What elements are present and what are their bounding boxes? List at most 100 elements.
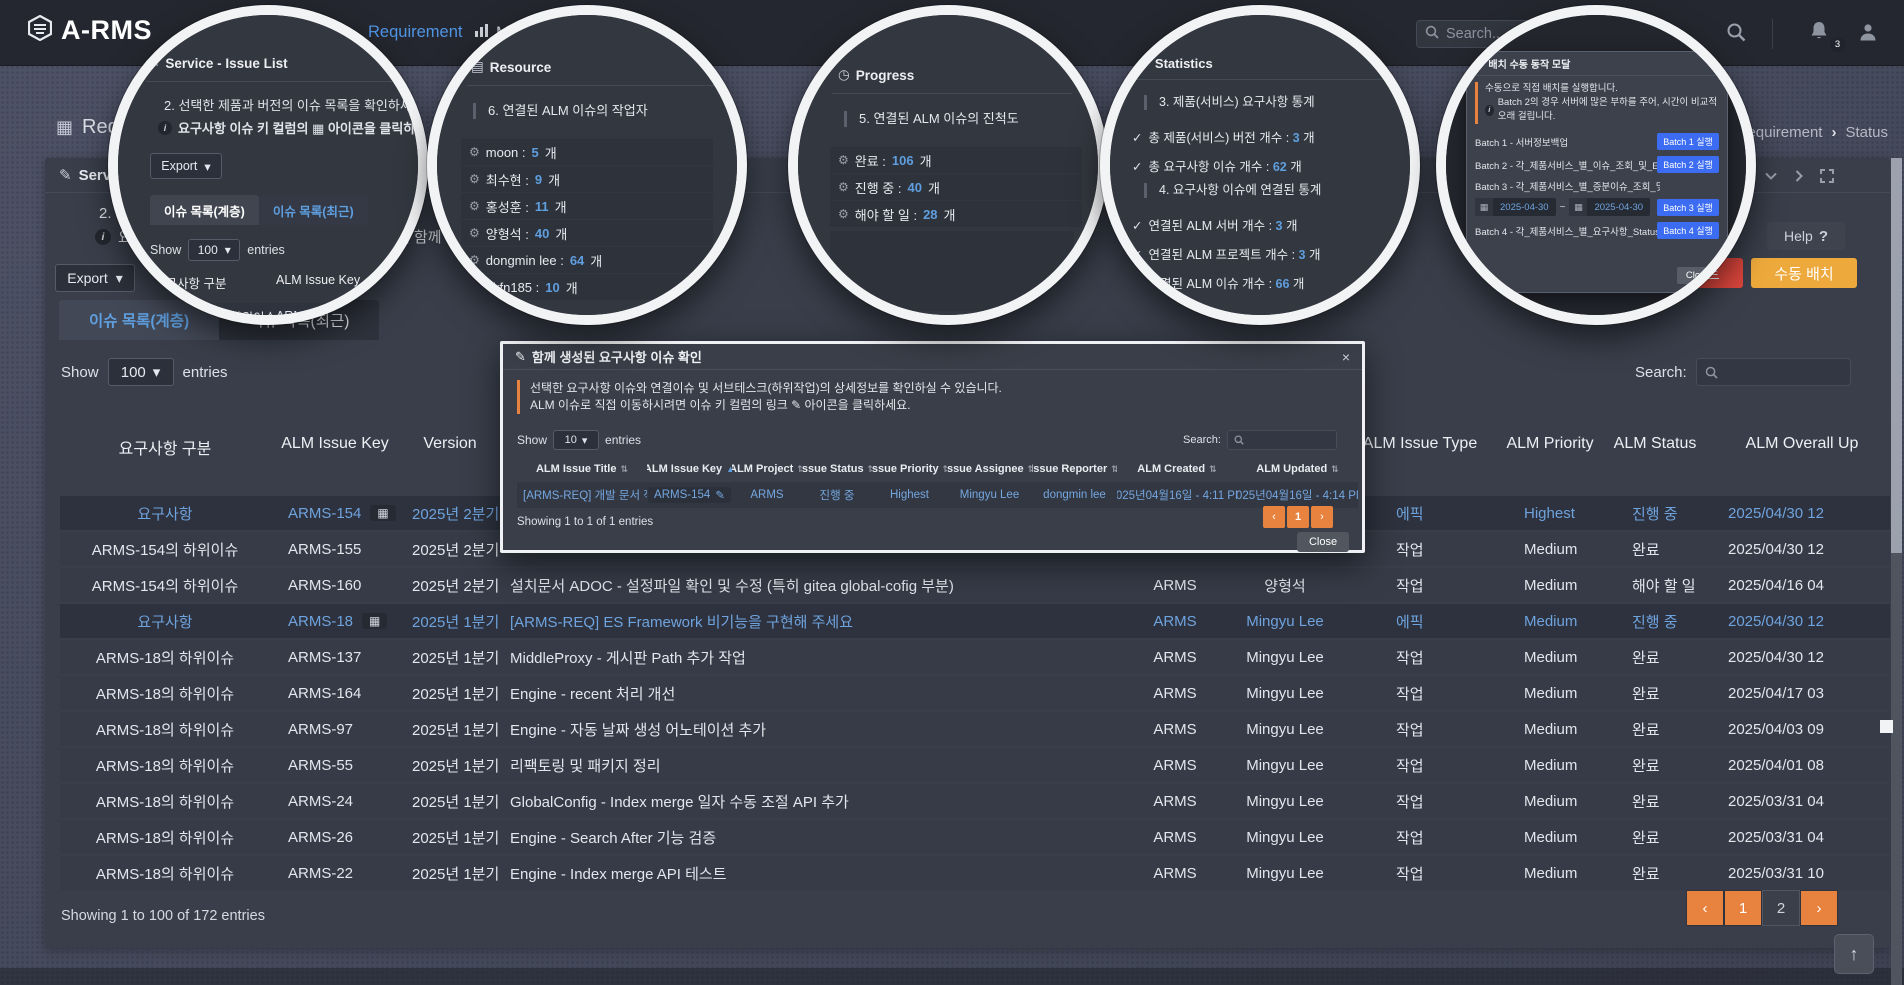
window-scrollbar-thumb[interactable] — [1891, 158, 1902, 553]
table-row[interactable]: ARMS-18의 하위이슈ARMS-552025년 1분기리팩토링 및 패키지 … — [60, 748, 1890, 782]
modal-column-header[interactable]: Issue Priority⇅ — [872, 458, 947, 480]
batch-run-button[interactable]: Batch 4 실행 — [1657, 222, 1719, 239]
cell: 완료 — [1610, 712, 1700, 746]
lens3-empty-area — [830, 231, 1074, 311]
stat-count: 3 — [1293, 131, 1300, 145]
table-row[interactable]: ARMS-18의 하위이슈ARMS-1372025년 1분기MiddleProx… — [60, 640, 1890, 674]
issue-key-link[interactable]: ARMS-55 — [288, 757, 353, 774]
modal-alert: 선택한 요구사항 이슈와 연결이슈 및 서브테스크(하위작업)의 상세정보를 확… — [517, 380, 1002, 414]
notifications-bell-icon[interactable] — [1808, 20, 1830, 47]
lens1-table-row[interactable]: ARMS-154의 하위이슈 ARMS-155 2025년 2분기 — [154, 303, 418, 315]
batch-run-button[interactable]: Batch 2 실행 — [1657, 156, 1719, 173]
lens1-tab-hierarchy[interactable]: 이슈 목록(계층) — [150, 195, 259, 225]
link-icon[interactable]: ✎ — [715, 488, 725, 502]
column-header[interactable]: 요구사항 구분 — [60, 419, 270, 477]
linked-issues-icon[interactable]: ▦ — [362, 613, 387, 629]
table-row[interactable]: ARMS-18의 하위이슈ARMS-1642025년 1분기Engine - r… — [60, 676, 1890, 710]
modal-pagination-prev[interactable]: ‹ — [1263, 506, 1285, 528]
item-name: 최수현 : — [486, 170, 529, 189]
stat-label: 연결된 ALM 서버 개수 : — [1148, 219, 1275, 233]
batch-modal-close-button[interactable]: Close — [1677, 267, 1719, 284]
table-row[interactable]: ARMS-18의 하위이슈ARMS-242025년 1분기GlobalConfi… — [60, 784, 1890, 818]
table-search-input[interactable] — [1696, 358, 1851, 386]
issue-key-link[interactable]: ARMS-154 — [288, 505, 361, 522]
column-header[interactable]: ALM Overall Up — [1700, 419, 1890, 477]
pagination-prev-button[interactable]: ‹ — [1686, 890, 1724, 926]
batch-modal-close-icon[interactable]: × — [1713, 58, 1719, 69]
help-button[interactable]: Help ? — [1767, 222, 1845, 250]
item-name: 해야 할 일 : — [855, 205, 917, 224]
column-header[interactable]: Version — [400, 419, 500, 477]
app-logo[interactable]: A-RMS — [28, 15, 152, 46]
item-count: 9 — [535, 172, 542, 187]
table-row[interactable]: ARMS-18의 하위이슈ARMS-262025년 1분기Engine - Se… — [60, 820, 1890, 854]
modal-issue-key-chip[interactable]: ARMS-154✎ — [648, 487, 731, 503]
sort-icon[interactable]: ⇅ — [1209, 464, 1217, 475]
pagination-page-2[interactable]: 2 — [1762, 890, 1800, 926]
column-header[interactable]: ALM Status — [1610, 419, 1700, 477]
table-row[interactable]: ARMS-18의 하위이슈ARMS-972025년 1분기Engine - 자동… — [60, 712, 1890, 746]
page-size-select[interactable]: 100 ▾ — [108, 358, 174, 386]
modal-close-button[interactable]: Close — [1297, 532, 1349, 552]
export-button[interactable]: Export ▾ — [55, 264, 135, 292]
modal-column-header[interactable]: ALM Issue Title⇅ — [517, 458, 647, 480]
modal-column-header[interactable]: ALM Updated⇅ — [1237, 458, 1358, 480]
column-header[interactable]: ALM Issue Type — [1350, 419, 1490, 477]
chevron-right-icon[interactable] — [1791, 168, 1807, 189]
clock-icon: ◷ — [838, 67, 850, 83]
table-row[interactable]: ARMS-154의 하위이슈ARMS-1602025년 2분기설치문서 ADOC… — [60, 568, 1890, 602]
modal-header-label: Issue Priority — [872, 463, 939, 475]
modal-column-header[interactable]: ALM Created⇅ — [1117, 458, 1237, 480]
column-header[interactable]: ALM Issue Key — [270, 419, 400, 477]
issue-key-link[interactable]: ARMS-137 — [288, 649, 361, 666]
table-row[interactable]: 요구사항ARMS-18▦2025년 1분기[ARMS-REQ] ES Frame… — [60, 604, 1890, 638]
batch-run-button[interactable]: Batch 3 실행 — [1657, 199, 1719, 216]
modal-column-header[interactable]: Issue Assignee⇅ — [947, 458, 1032, 480]
cell: 완료 — [1610, 640, 1700, 674]
issue-key-link[interactable]: ARMS-160 — [288, 577, 361, 594]
linked-issues-icon[interactable]: ▦ — [370, 505, 395, 521]
cell: Mingyu Lee — [1220, 856, 1350, 890]
sort-icon[interactable]: ⇅ — [1331, 464, 1339, 475]
modal-pagination-page-1[interactable]: 1 — [1287, 506, 1309, 528]
issue-key-link[interactable]: ARMS-164 — [288, 685, 361, 702]
modal-column-header[interactable]: Issue Reporter⇅ — [1032, 458, 1117, 480]
tilde-separator: ~ — [1560, 202, 1566, 213]
cell: 작업 — [1350, 568, 1490, 602]
issue-key-link[interactable]: ARMS-18 — [288, 613, 353, 630]
search-submit-icon[interactable] — [1726, 22, 1746, 47]
column-header[interactable]: ALM Priority — [1490, 419, 1610, 477]
fullscreen-icon[interactable] — [1819, 168, 1835, 189]
sort-icon[interactable]: ⇅ — [620, 464, 628, 475]
lens1-page-size-select[interactable]: 100 ▾ — [188, 239, 240, 261]
modal-column-header[interactable]: Issue Status⇅ — [802, 458, 872, 480]
modal-column-header[interactable]: ALM Project⇅ — [732, 458, 802, 480]
lens1-export-button[interactable]: Export ▾ — [150, 153, 222, 179]
pagination-page-1-active[interactable]: 1 — [1724, 890, 1762, 926]
pagination-next-button[interactable]: › — [1800, 890, 1838, 926]
cell: 2025/04/16 04 — [1700, 568, 1890, 602]
cell: ARMS-154의 하위이슈 — [60, 568, 270, 602]
issue-key-link[interactable]: ARMS-155 — [288, 541, 361, 558]
batch-run-button[interactable]: Batch 1 실행 — [1657, 133, 1719, 150]
modal-column-header[interactable]: ALM Issue Key▲ — [647, 458, 732, 480]
lens1-tab-recent[interactable]: 이슈 목록(최근) — [259, 195, 368, 225]
modal-close-icon[interactable]: × — [1342, 349, 1350, 365]
modal-search-input[interactable] — [1227, 430, 1337, 450]
table-row[interactable]: ARMS-18의 하위이슈ARMS-222025년 1분기Engine - In… — [60, 856, 1890, 890]
issue-key-link[interactable]: ARMS-24 — [288, 793, 353, 810]
nav-item-requirement[interactable]: Requirement — [368, 23, 462, 42]
batch-date-from[interactable]: ▦2025-04-30 — [1475, 198, 1556, 216]
modal-page-size-select[interactable]: 10 ▾ — [553, 430, 599, 450]
issue-key-link[interactable]: ARMS-22 — [288, 865, 353, 882]
user-profile-icon[interactable] — [1858, 22, 1878, 47]
manual-batch-button[interactable]: 수동 배치 — [1751, 258, 1857, 288]
cell: 에픽 — [1350, 496, 1490, 530]
collapse-icon[interactable] — [1763, 168, 1779, 189]
modal-table-row[interactable]: [ARMS-REQ] 개발 문서 작성ARMS-154✎ARMS진행 중High… — [517, 482, 1358, 508]
modal-pagination-next[interactable]: › — [1311, 506, 1333, 528]
issue-key-link[interactable]: ARMS-26 — [288, 829, 353, 846]
scroll-to-top-button[interactable]: ↑ — [1834, 934, 1874, 974]
issue-key-link[interactable]: ARMS-97 — [288, 721, 353, 738]
batch-date-to[interactable]: ▦2025-04-30 — [1569, 198, 1650, 216]
